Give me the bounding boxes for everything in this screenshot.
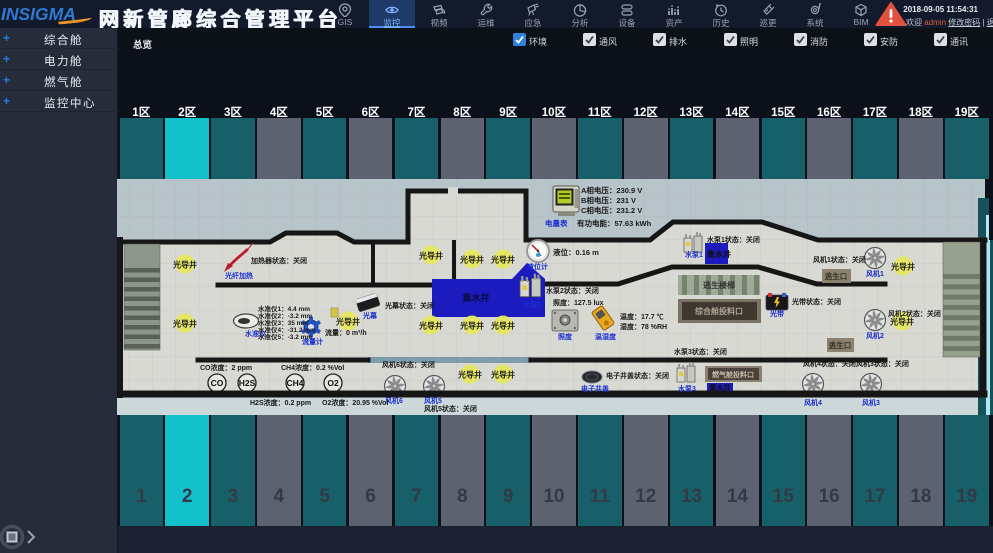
svg-text:流量计: 流量计 (302, 337, 323, 346)
svg-text:光导井: 光导井 (490, 370, 515, 380)
svg-text:风机1: 风机1 (866, 269, 884, 278)
svg-text:光导井: 光导井 (490, 255, 515, 265)
svg-text:液位计: 液位计 (527, 262, 548, 271)
svg-text:H2S: H2S (239, 378, 256, 388)
svg-text:光导井: 光导井 (890, 262, 915, 272)
svg-text:电子井盖: 电子井盖 (581, 384, 609, 393)
svg-text:光纤加热: 光纤加热 (224, 271, 253, 280)
svg-text:光导井: 光导井 (490, 321, 515, 331)
svg-text:光导井: 光导井 (172, 260, 197, 270)
svg-text:A相电压：230.9 V: A相电压：230.9 V (581, 185, 642, 195)
svg-text:水泵2: 水泵2 (523, 300, 541, 309)
svg-text:有功电能：57.63 kWh: 有功电能：57.63 kWh (577, 218, 652, 228)
svg-text:风机4状态：关闭: 风机4状态：关闭 (803, 359, 856, 368)
svg-text:风机6状态：关闭: 风机6状态：关闭 (382, 360, 435, 369)
svg-text:CH4浓度：0.2 %Vol: CH4浓度：0.2 %Vol (281, 363, 344, 372)
svg-text:O2: O2 (327, 378, 339, 388)
svg-text:液位：0.16 m: 液位：0.16 m (553, 247, 599, 257)
svg-text:风机3: 风机3 (862, 398, 880, 407)
svg-text:水泵1: 水泵1 (685, 250, 703, 259)
svg-text:湿度：78 %RH: 湿度：78 %RH (620, 322, 667, 331)
svg-text:风机5: 风机5 (424, 396, 442, 405)
svg-text:光幕: 光幕 (362, 311, 378, 320)
svg-text:光导井: 光导井 (172, 319, 197, 329)
svg-text:风机2状态：关闭: 风机2状态：关闭 (888, 309, 941, 318)
svg-text:水准仪2：-3.2 mm: 水准仪2：-3.2 mm (258, 311, 312, 320)
svg-text:光带状态：关闭: 光带状态：关闭 (791, 297, 841, 306)
svg-text:水准仪1：4.4 mm: 水准仪1：4.4 mm (258, 304, 310, 313)
svg-text:逃生口: 逃生口 (829, 340, 852, 350)
svg-text:风机4: 风机4 (804, 398, 822, 407)
svg-text:电子井盖状态：关闭: 电子井盖状态：关闭 (606, 371, 669, 380)
svg-text:水泵2状态：关闭: 水泵2状态：关闭 (546, 286, 599, 295)
svg-text:光导井: 光导井 (418, 321, 443, 331)
svg-text:H2S浓度：0.2 ppm: H2S浓度：0.2 ppm (250, 398, 311, 407)
svg-text:光幕状态：关闭: 光幕状态：关闭 (384, 301, 434, 310)
svg-text:逃生楼梯: 逃生楼梯 (703, 280, 735, 290)
svg-text:水泵3状态：关闭: 水泵3状态：关闭 (674, 347, 727, 356)
svg-text:水泵1状态：关闭: 水泵1状态：关闭 (707, 235, 760, 244)
svg-text:风机1状态：关闭: 风机1状态：关闭 (813, 255, 866, 264)
svg-text:集水井: 集水井 (709, 383, 731, 392)
svg-text:B相电压：231 V: B相电压：231 V (581, 195, 636, 205)
svg-text:燃气舱投料口: 燃气舱投料口 (711, 370, 754, 379)
svg-text:C相电压：231.2 V: C相电压：231.2 V (581, 205, 642, 215)
svg-text:O2浓度：20.95 %Vol: O2浓度：20.95 %Vol (322, 398, 388, 407)
svg-text:光导井: 光导井 (459, 321, 484, 331)
svg-text:照度: 照度 (558, 332, 573, 341)
svg-text:水泵3: 水泵3 (678, 384, 696, 393)
svg-text:温度：17.7 ℃: 温度：17.7 ℃ (620, 312, 664, 321)
svg-text:光带: 光带 (769, 309, 784, 318)
svg-text:光导井: 光导井 (335, 317, 360, 327)
svg-text:加热器状态：关闭: 加热器状态：关闭 (250, 256, 307, 265)
svg-text:光导井: 光导井 (889, 317, 914, 327)
svg-text:风机3状态：关闭: 风机3状态：关闭 (856, 359, 909, 368)
svg-text:风机2: 风机2 (866, 331, 884, 340)
svg-text:电量表: 电量表 (545, 218, 568, 228)
svg-text:水准仪3：35 mm: 水准仪3：35 mm (258, 318, 308, 327)
svg-text:光导井: 光导井 (459, 255, 484, 265)
svg-text:CO浓度：2 ppm: CO浓度：2 ppm (200, 363, 252, 372)
svg-text:逃生口: 逃生口 (825, 271, 848, 281)
svg-text:光导井: 光导井 (418, 251, 443, 261)
svg-text:综合舱投料口: 综合舱投料口 (695, 306, 743, 316)
svg-text:集水井: 集水井 (706, 249, 731, 259)
svg-text:集水井: 集水井 (461, 292, 489, 303)
svg-text:CH4: CH4 (286, 378, 303, 388)
svg-text:光导井: 光导井 (457, 370, 482, 380)
svg-text:水准仪4：-31.2 mm: 水准仪4：-31.2 mm (258, 325, 316, 334)
svg-text:照度：127.5 lux: 照度：127.5 lux (553, 298, 604, 307)
svg-text:温湿度: 温湿度 (595, 332, 617, 341)
svg-text:流量：0 m³/h: 流量：0 m³/h (325, 328, 367, 337)
svg-text:CO: CO (211, 378, 224, 388)
svg-text:风机5状态：关闭: 风机5状态：关闭 (424, 404, 477, 413)
